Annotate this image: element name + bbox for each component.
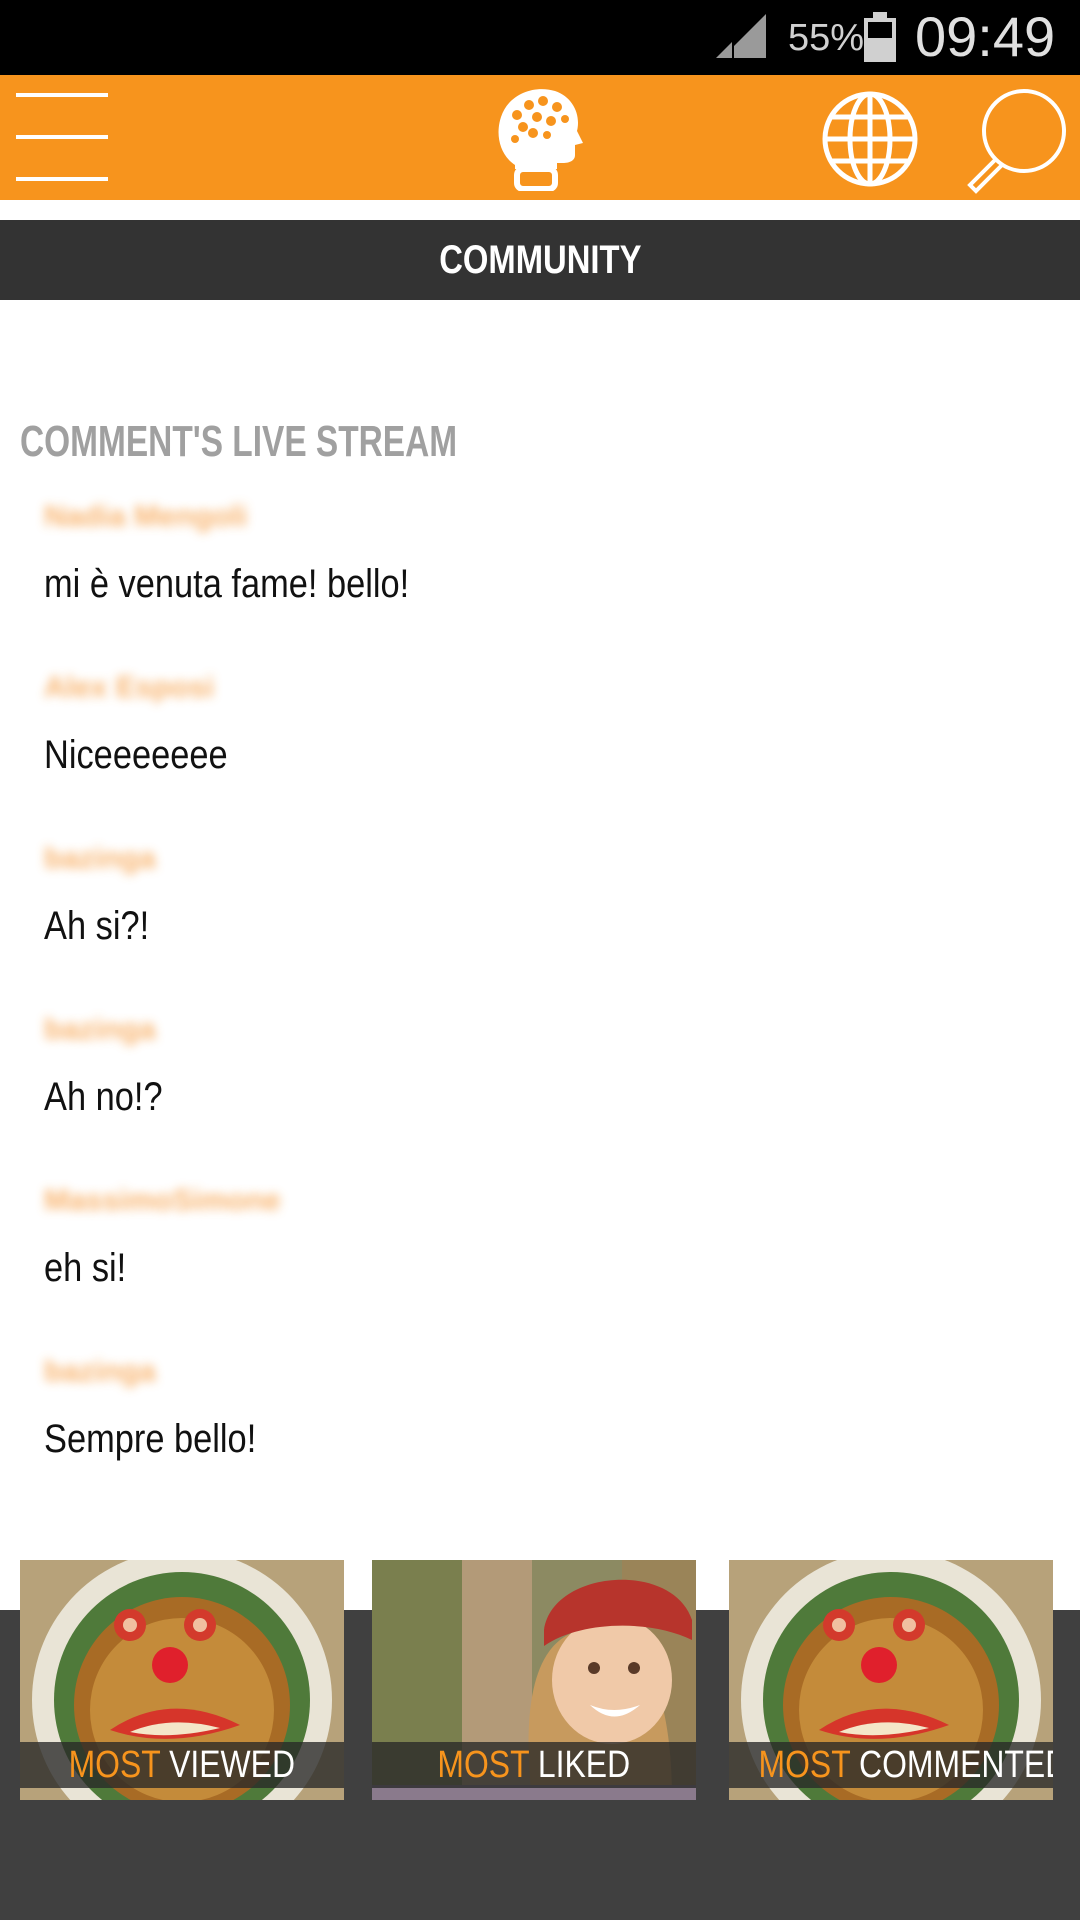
app-logo[interactable] [495, 85, 585, 192]
battery-icon [864, 12, 896, 62]
comment-text: Sempre bello! [44, 1417, 257, 1461]
menu-button[interactable] [14, 89, 110, 187]
app-header [0, 75, 1080, 200]
status-bar: 55% 09:49 [0, 0, 1080, 75]
most-commented-tile[interactable]: MOST COMMENTED [729, 1560, 1053, 1800]
most-viewed-tile[interactable]: MOST VIEWED [20, 1560, 344, 1800]
clock: 09:49 [915, 5, 1056, 68]
comment-item[interactable]: bazinga Sempre bello! [44, 1355, 291, 1463]
tile-label: MOST VIEWED [20, 1742, 344, 1788]
section-title-bar: COMMUNITY [0, 220, 1080, 300]
comment-item[interactable]: MassimoSimone eh si! [44, 1184, 281, 1292]
comment-username[interactable]: bazinga [44, 842, 166, 878]
comment-item[interactable]: Alex Esposi Niceeeeeee [44, 671, 258, 779]
live-stream-title: COMMENT'S LIVE STREAM [20, 417, 458, 466]
search-icon [967, 89, 1066, 194]
battery-percent: 55% [788, 17, 865, 59]
comment-username[interactable]: bazinga [44, 1013, 182, 1049]
comment-username[interactable]: Alex Esposi [44, 671, 258, 707]
comment-username[interactable]: Nadia Mengoli [44, 500, 469, 536]
comment-item[interactable]: Nadia Mengoli mi è venuta fame! bello! [44, 500, 469, 608]
tile-label-text: LIKED [538, 1744, 631, 1786]
tile-label-accent: MOST [68, 1744, 161, 1786]
comment-text: Niceeeeeee [44, 733, 228, 777]
tile-label-accent: MOST [758, 1744, 851, 1786]
brain-head-logo-icon [498, 89, 583, 192]
language-button[interactable] [820, 89, 920, 189]
comment-text: mi è venuta fame! bello! [44, 562, 410, 606]
comment-username[interactable]: MassimoSimone [44, 1184, 281, 1220]
comment-text: eh si! [44, 1246, 127, 1290]
tile-label: MOST COMMENTED [729, 1742, 1053, 1788]
globe-icon [822, 91, 918, 187]
signal-strength-icon [716, 14, 766, 58]
tile-label-accent: MOST [437, 1744, 530, 1786]
section-title: COMMUNITY [438, 238, 642, 282]
hamburger-menu-icon [16, 93, 108, 181]
tile-label-text: VIEWED [169, 1744, 296, 1786]
comment-item[interactable]: bazinga Ah no!? [44, 1013, 182, 1121]
comment-item[interactable]: bazinga Ah si?! [44, 842, 166, 950]
most-liked-tile[interactable]: MOST LIKED [372, 1560, 696, 1800]
search-button[interactable] [962, 85, 1072, 195]
tile-label: MOST LIKED [372, 1742, 696, 1788]
comment-username[interactable]: bazinga [44, 1355, 291, 1391]
comment-text: Ah si?! [44, 904, 150, 948]
comment-text: Ah no!? [44, 1075, 163, 1119]
tile-label-text: COMMENTED [859, 1744, 1053, 1786]
